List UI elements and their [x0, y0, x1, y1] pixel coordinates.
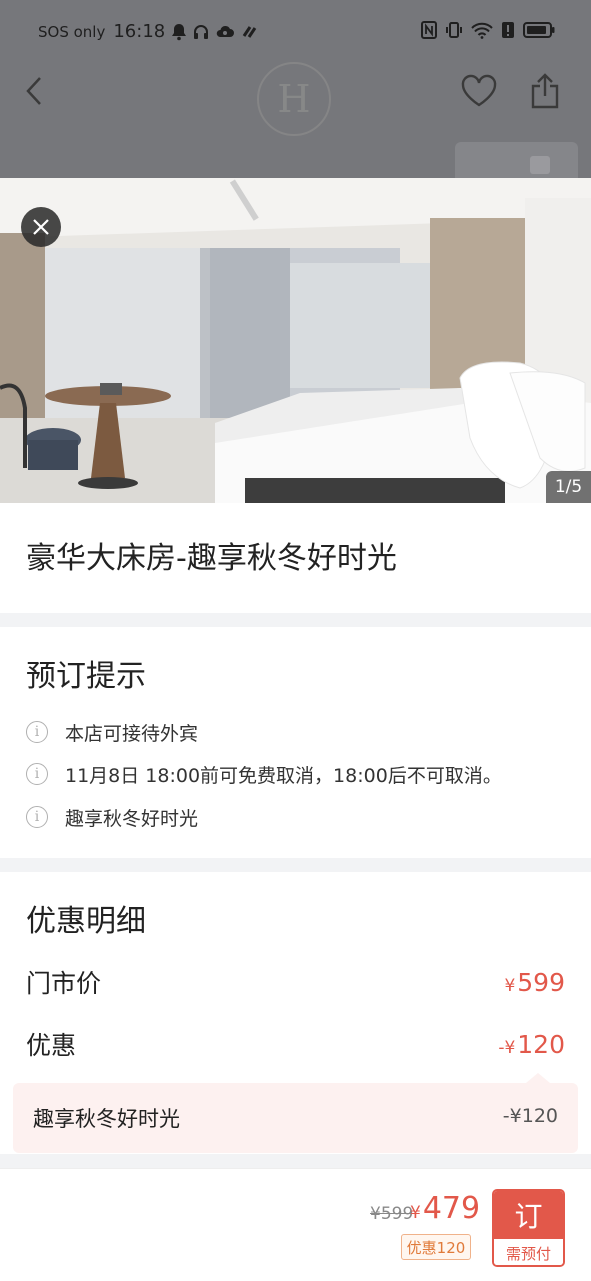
link-icon — [242, 25, 257, 38]
book-button-label: 订 — [494, 1191, 563, 1239]
notice-item: i 本店可接待外宾 — [26, 717, 198, 747]
notice-text: 趣享秋冬好时光 — [65, 807, 199, 830]
saving-badge: 优惠120 — [401, 1234, 471, 1260]
booking-notice-section: 预订提示 i 本店可接待外宾 i 11月8日 18:00前可免费取消，18:00… — [0, 627, 591, 858]
info-icon: i — [26, 806, 48, 828]
close-icon — [33, 219, 49, 235]
list-price-label: 门市价 — [26, 969, 102, 998]
room-photo[interactable] — [0, 178, 591, 503]
headphones-icon — [194, 24, 209, 39]
currency-symbol: ¥ — [410, 1203, 421, 1223]
book-button[interactable]: 订 需预付 — [492, 1189, 565, 1267]
background-tab — [455, 142, 578, 178]
list-price-row: 门市价 ¥599 — [26, 964, 565, 1000]
cloud-icon — [216, 25, 235, 37]
status-bar: SOS only 16:18 — [0, 0, 591, 66]
info-icon: i — [26, 721, 48, 743]
list-price-value: ¥599 — [504, 968, 565, 997]
chevron-left-icon — [26, 77, 41, 105]
final-price-amount: 479 — [422, 1191, 481, 1226]
clock-time: 16:18 — [113, 21, 166, 42]
book-button-sublabel: 需预付 — [494, 1239, 563, 1265]
close-photo-button[interactable] — [21, 207, 61, 247]
battery-icon — [523, 22, 555, 38]
amount: 599 — [517, 967, 565, 997]
booking-notice-title: 预订提示 — [26, 659, 146, 694]
alert-icon — [502, 22, 514, 38]
final-price: ¥479 — [410, 1191, 480, 1226]
amount: 120 — [517, 1029, 565, 1059]
discount-value: -¥120 — [498, 1030, 565, 1059]
info-icon: i — [26, 763, 48, 785]
discount-details-title: 优惠明细 — [26, 904, 146, 939]
photo-counter: 1/5 — [546, 471, 591, 503]
heart-icon — [461, 74, 497, 107]
notice-text: 本店可接待外宾 — [65, 722, 199, 745]
hotel-logo: H — [257, 62, 331, 136]
wifi-icon — [471, 22, 493, 39]
room-photo-illustration — [0, 178, 591, 503]
currency-symbol: -¥ — [498, 1037, 516, 1058]
top-navigation-bar: H — [0, 62, 591, 136]
room-title: 豪华大床房-趣享秋冬好时光 — [26, 541, 397, 576]
notice-item: i 趣享秋冬好时光 — [26, 802, 198, 832]
currency-symbol: ¥ — [504, 975, 516, 996]
discount-label: 优惠 — [26, 1031, 77, 1060]
share-icon — [531, 73, 559, 109]
booking-bar: ¥599 ¥479 优惠120 订 需预付 — [0, 1168, 591, 1281]
room-title-card: 豪华大床房-趣享秋冬好时光 — [0, 503, 591, 613]
tag-icon — [530, 156, 550, 174]
back-button[interactable] — [18, 74, 52, 108]
promotion-amount: -¥120 — [502, 1105, 558, 1127]
notice-text: 11月8日 18:00前可免费取消，18:00后不可取消。 — [65, 764, 502, 787]
share-button[interactable] — [528, 72, 562, 110]
discount-row[interactable]: 优惠 -¥120 — [26, 1026, 565, 1062]
carrier-text: SOS only — [38, 22, 106, 41]
favorite-button[interactable] — [460, 74, 498, 108]
discount-details-section: 优惠明细 门市价 ¥599 优惠 -¥120 趣享秋冬好时光 -¥120 — [0, 872, 591, 1154]
vibrate-icon — [446, 22, 462, 38]
bell-icon — [172, 23, 187, 40]
original-price: ¥599 — [370, 1204, 414, 1224]
promotion-name: 趣享秋冬好时光 — [33, 1107, 180, 1131]
discount-breakdown-box: 趣享秋冬好时光 -¥120 — [13, 1073, 578, 1153]
notice-item: i 11月8日 18:00前可免费取消，18:00后不可取消。 — [26, 759, 502, 789]
nfc-icon — [421, 21, 437, 39]
